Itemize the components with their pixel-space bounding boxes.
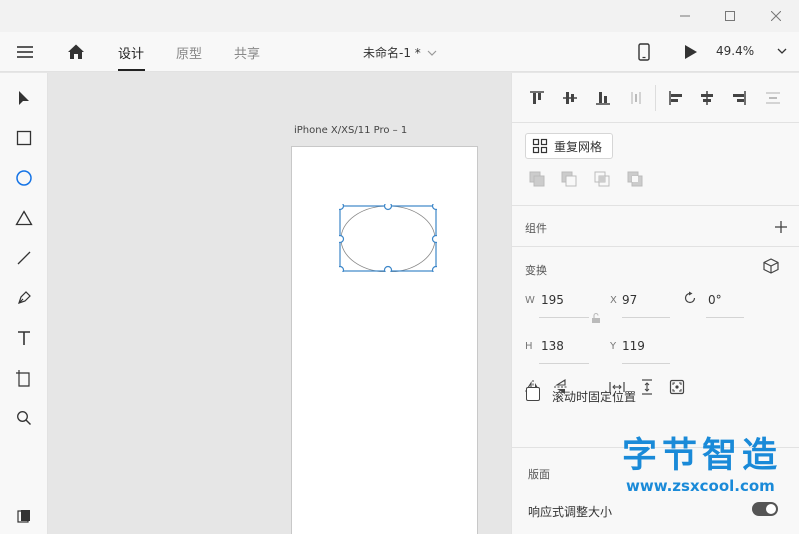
pen-icon [18,291,31,304]
repeat-grid-section: 重复网格 [512,124,799,206]
pen-tool[interactable] [12,286,36,310]
line-icon [17,251,31,265]
triangle-icon [15,210,33,226]
select-tool[interactable] [12,86,36,110]
text-tool[interactable] [12,326,36,350]
plus-icon[interactable] [775,221,787,233]
boolean-subtract-icon[interactable] [560,170,578,188]
distribute-vertical-icon[interactable] [764,89,782,107]
artboard-icon [16,370,30,387]
document-title-text: 未命名-1 * [363,46,421,60]
triangle-tool[interactable] [12,206,36,230]
height-input[interactable]: 138 [541,339,564,353]
tool-bar [0,73,48,534]
y-input[interactable]: 119 [622,339,645,353]
responsive-resize-label: 响应式调整大小 [528,505,613,519]
close-button[interactable] [753,0,799,32]
assets-icon [17,510,30,523]
chevron-down-icon[interactable] [776,45,788,57]
watermark-title: 字节智造 [622,436,783,476]
rotation-input[interactable]: 0° [708,293,722,307]
x-label: X [610,295,617,306]
components-section: 组件 [512,207,799,247]
repeat-grid-icon [532,138,548,154]
minimize-icon [680,15,690,17]
align-right-icon[interactable] [730,89,748,107]
minimize-button[interactable] [662,0,708,32]
responsive-resize-toggle[interactable] [752,502,778,516]
title-bar [0,0,799,32]
resize-vertical-icon[interactable] [639,379,655,395]
x-underline [622,317,670,318]
active-tab-indicator [118,69,145,71]
align-toolbar [512,73,799,123]
rectangle-icon [16,130,32,146]
select-arrow-icon [19,91,29,105]
layout-title: 版面 [528,468,550,481]
width-underline [539,317,589,318]
fixed-position-checkbox[interactable] [526,387,540,401]
app-bar: 设计 原型 共享 未命名-1 * 49.4% [0,32,799,72]
transform-section: 变换 W 195 X 97 0° H 138 Y 119 滚动时固定位置 [512,248,799,448]
3d-transform-icon[interactable] [763,258,779,274]
width-label: W [525,295,535,306]
rectangle-tool[interactable] [12,126,36,150]
ellipse-icon [16,170,32,186]
zoom-level[interactable]: 49.4% [716,44,754,58]
x-input[interactable]: 97 [622,293,637,307]
watermark: 字节智造 www.zsxcool.com [622,436,794,498]
divider [655,85,656,111]
repeat-grid-label: 重复网格 [554,139,603,154]
height-label: H [525,341,533,352]
tab-share[interactable]: 共享 [234,43,260,62]
boolean-add-icon[interactable] [528,170,546,188]
boolean-intersect-icon[interactable] [593,170,611,188]
width-input[interactable]: 195 [541,293,564,307]
height-underline [539,363,589,364]
rotate-icon [684,291,696,304]
watermark-url: www.zsxcool.com [626,477,775,495]
home-icon[interactable] [66,42,86,62]
y-underline [622,363,670,364]
device-preview-icon[interactable] [637,42,651,62]
text-icon [18,331,30,345]
maximize-button[interactable] [707,0,753,32]
tab-prototype[interactable]: 原型 [176,43,202,62]
lock-aspect-icon[interactable] [591,312,601,324]
fixed-position-label: 滚动时固定位置 [552,390,637,404]
chevron-down-icon [427,50,437,56]
align-top-icon[interactable] [528,89,546,107]
components-title: 组件 [525,222,547,235]
artboard-label[interactable]: iPhone X/XS/11 Pro – 1 [294,125,407,136]
play-icon[interactable] [683,43,699,61]
align-middle-icon[interactable] [561,89,579,107]
magnifier-icon [17,411,31,425]
maximize-icon [725,11,735,21]
y-label: Y [610,341,617,352]
zoom-tool[interactable] [12,406,36,430]
selected-ellipse[interactable] [339,204,437,272]
assets-panel-button[interactable] [12,504,36,528]
ellipse-tool[interactable] [12,166,36,190]
align-center-icon[interactable] [698,89,716,107]
toggle-knob [766,504,776,514]
resize-fit-icon[interactable] [669,379,685,395]
align-bottom-icon[interactable] [594,89,612,107]
document-title[interactable]: 未命名-1 * [363,44,437,61]
hamburger-menu-icon[interactable] [14,42,36,62]
rotation-underline [706,317,744,318]
line-tool[interactable] [12,246,36,270]
tab-design[interactable]: 设计 [118,43,144,62]
align-left-icon[interactable] [667,89,685,107]
boolean-exclude-icon[interactable] [626,170,644,188]
design-canvas[interactable]: iPhone X/XS/11 Pro – 1 [49,73,510,534]
artboard-tool[interactable] [12,366,36,390]
repeat-grid-button[interactable]: 重复网格 [525,133,613,159]
distribute-horizontal-icon[interactable] [627,89,645,107]
close-icon [771,11,781,21]
transform-title: 变换 [525,264,547,277]
